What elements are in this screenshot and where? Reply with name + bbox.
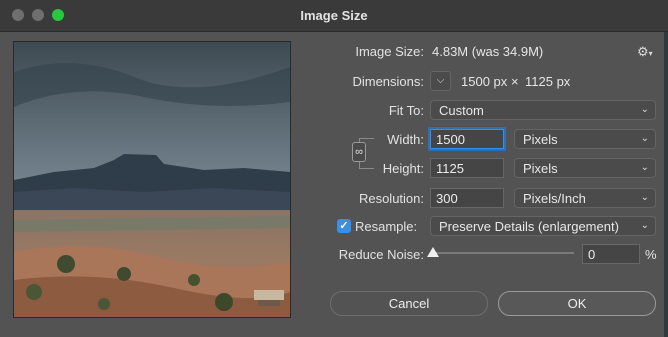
height-input[interactable]: 1125 (430, 158, 504, 178)
dimensions-width: 1500 px (461, 74, 508, 89)
resample-value: Preserve Details (enlargement) (439, 219, 619, 234)
height-unit-value: Pixels (523, 161, 558, 176)
dimensions-label: Dimensions: (352, 74, 424, 89)
resample-checkbox[interactable]: ✓ (337, 219, 351, 233)
dimensions-menu-button[interactable]: ⌵ (430, 71, 451, 91)
resample-label: Resample: (355, 219, 418, 234)
chevron-down-icon: ⌄ (640, 162, 649, 173)
resolution-input[interactable]: 300 (430, 188, 504, 208)
window-title: Image Size (300, 8, 368, 23)
fit-to-value: Custom (439, 103, 484, 118)
width-unit-value: Pixels (523, 132, 558, 147)
reduce-noise-unit: % (645, 247, 657, 262)
resolution-unit-value: Pixels/Inch (523, 191, 586, 206)
width-unit-select[interactable]: Pixels ⌄ (514, 129, 656, 149)
resolution-label: Resolution: (358, 191, 424, 206)
chevron-down-icon: ⌄ (640, 133, 649, 144)
reduce-noise-label: Reduce Noise: (338, 247, 424, 262)
cancel-button[interactable]: Cancel (330, 291, 488, 316)
dimensions-height: 1125 px (525, 74, 571, 89)
dimensions-times: × (511, 74, 519, 89)
background-window-edge (664, 32, 668, 337)
image-size-value: 4.83M (was 34.9M) (432, 44, 544, 59)
resolution-unit-select[interactable]: Pixels/Inch ⌄ (514, 188, 656, 208)
reduce-noise-input[interactable]: 0 (582, 244, 640, 264)
width-input[interactable]: 1500 (430, 129, 504, 149)
preview-landscape (14, 42, 290, 317)
image-size-dialog: Image Size Image Size: 4.83M (was 34.9M)… (0, 0, 668, 337)
image-size-label: Image Size: (355, 44, 424, 59)
fit-to-label: Fit To: (388, 103, 424, 118)
reduce-noise-slider-track[interactable] (432, 252, 574, 254)
height-unit-select[interactable]: Pixels ⌄ (514, 158, 656, 178)
chevron-down-icon: ⌄ (640, 104, 649, 115)
width-label: Width: (387, 132, 424, 147)
chevron-down-icon: ⌄ (640, 192, 649, 203)
image-preview[interactable] (13, 41, 291, 318)
fit-to-select[interactable]: Custom ⌄ (430, 100, 656, 120)
resample-select[interactable]: Preserve Details (enlargement) ⌄ (430, 216, 656, 236)
title-bar: Image Size (0, 0, 668, 32)
chevron-down-icon: ⌵ (436, 75, 445, 86)
gear-icon[interactable]: ⚙▾ (637, 44, 653, 60)
chevron-down-icon: ⌄ (640, 220, 649, 231)
height-label: Height: (382, 161, 424, 176)
ok-button[interactable]: OK (498, 291, 656, 316)
reduce-noise-slider-thumb[interactable] (427, 247, 439, 257)
